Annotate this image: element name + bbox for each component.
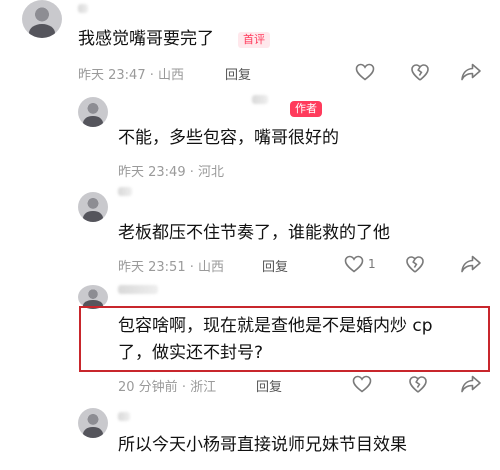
comment-text: 老板都压不住节奏了，谁能救的了他 bbox=[118, 223, 390, 243]
dislike-icon[interactable] bbox=[410, 62, 430, 82]
comment-text-line1: 包容啥啊，现在就是查他是不是婚内炒 cp bbox=[118, 316, 433, 336]
avatar[interactable] bbox=[22, 0, 62, 38]
comment-text-line2: 了，做实还不封号? bbox=[118, 343, 264, 363]
comment-text: 所以今天小杨哥直接说师兄妹节目效果 bbox=[118, 435, 407, 455]
comment-time: 昨天 23:47 bbox=[78, 68, 146, 83]
avatar[interactable] bbox=[78, 97, 108, 127]
heart-icon[interactable] bbox=[344, 255, 364, 273]
comment-location: 河北 bbox=[198, 165, 225, 180]
reply-button[interactable]: 回复 bbox=[225, 64, 251, 83]
meta-separator: · bbox=[185, 260, 199, 275]
comment-text: 我感觉嘴哥要完了 bbox=[78, 29, 214, 49]
like-count: 1 bbox=[368, 257, 376, 271]
avatar[interactable] bbox=[78, 408, 108, 438]
comment-meta: 20 分钟前 · 浙江 bbox=[118, 376, 216, 395]
reply-button[interactable]: 回复 bbox=[262, 256, 288, 275]
comment-location: 浙江 bbox=[190, 380, 217, 395]
heart-icon[interactable] bbox=[355, 63, 375, 81]
comment-time: 昨天 23:51 bbox=[118, 260, 186, 275]
share-icon[interactable] bbox=[460, 254, 482, 274]
first-comment-badge: 首评 bbox=[238, 32, 270, 48]
avatar[interactable] bbox=[78, 192, 108, 222]
dislike-icon[interactable] bbox=[405, 254, 425, 274]
username[interactable] bbox=[118, 412, 130, 421]
username[interactable] bbox=[118, 187, 132, 196]
meta-separator: · bbox=[177, 380, 191, 395]
comment-meta: 昨天 23:49 · 河北 bbox=[118, 161, 224, 180]
share-icon[interactable] bbox=[460, 374, 482, 394]
comment-location: 山西 bbox=[198, 260, 225, 275]
comment-meta: 昨天 23:51 · 山西 bbox=[118, 256, 224, 275]
share-icon[interactable] bbox=[460, 62, 482, 82]
meta-separator: · bbox=[185, 165, 199, 180]
comment-time: 20 分钟前 bbox=[118, 380, 178, 395]
comment-time: 昨天 23:49 bbox=[118, 165, 186, 180]
username[interactable] bbox=[252, 95, 268, 104]
heart-icon[interactable] bbox=[352, 375, 372, 393]
author-badge: 作者 bbox=[290, 101, 322, 117]
username[interactable] bbox=[78, 4, 88, 13]
username[interactable] bbox=[118, 285, 158, 294]
comment-location: 山西 bbox=[158, 68, 185, 83]
meta-separator: · bbox=[145, 68, 159, 83]
comment-meta: 昨天 23:47 · 山西 bbox=[78, 64, 184, 83]
reply-button[interactable]: 回复 bbox=[256, 376, 282, 395]
comment-text: 不能，多些包容，嘴哥很好的 bbox=[118, 128, 339, 148]
dislike-icon[interactable] bbox=[408, 374, 428, 394]
